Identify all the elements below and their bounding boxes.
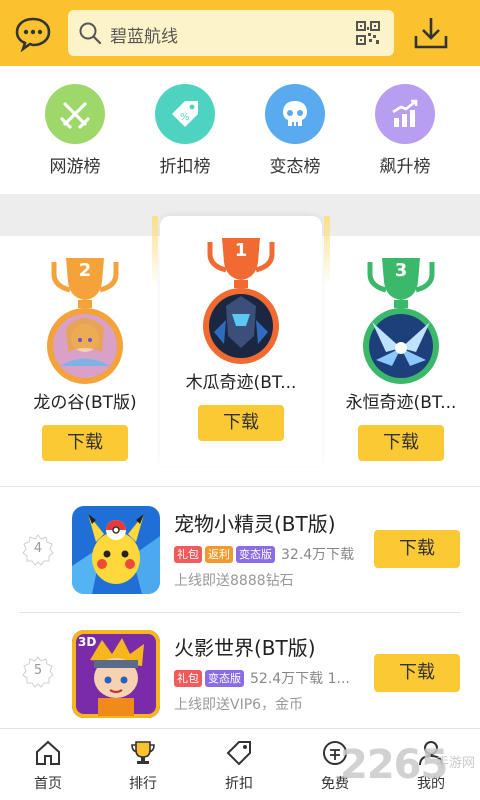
nav-label: 排行 (129, 776, 157, 792)
medal-rank-number: 3 (394, 260, 408, 281)
download-count: 52.4万下载 1... (250, 671, 350, 687)
category-label: 网游榜 (49, 157, 101, 177)
promo-text: 上线即送VIP6，金币 (174, 697, 304, 713)
tag-bt-version: 变态版 (236, 545, 275, 563)
search-icon (78, 21, 102, 49)
download-button[interactable]: 下载 (198, 405, 284, 441)
medal-1: 1 (196, 236, 286, 366)
game-name: 龙の谷(BT版) (33, 393, 137, 413)
podium-item-2[interactable]: 2 龙の谷(BT版) 下载 (20, 256, 150, 461)
home-icon (13, 737, 83, 769)
download-button[interactable]: 下载 (374, 530, 460, 568)
tag-gift: 礼包 (174, 545, 202, 563)
tag-rebate: 返利 (205, 545, 233, 563)
rank-number: 5 (33, 663, 43, 678)
site-watermark: 2265 手游网 (340, 742, 480, 800)
glow-line (324, 216, 330, 286)
download-button[interactable]: 下载 (374, 654, 460, 692)
game-title: 宠物小精灵(BT版) (174, 512, 336, 536)
podium-item-1[interactable]: 1 木瓜奇迹(BT... 下载 (176, 236, 306, 441)
download-button[interactable]: 下载 (358, 425, 444, 461)
category-bt[interactable]: 变态榜 (250, 84, 340, 177)
nav-discount[interactable]: 折扣 (204, 737, 274, 793)
watermark-number: 2265 (340, 742, 448, 788)
search-placeholder: 碧蓝航线 (110, 27, 178, 47)
nav-ranking[interactable]: 排行 (108, 737, 178, 793)
glow-line (152, 216, 158, 286)
download-button[interactable]: 下载 (42, 425, 128, 461)
category-rising[interactable]: 飙升榜 (360, 84, 450, 177)
chat-icon[interactable] (14, 14, 52, 53)
app-icon[interactable]: 3D (72, 630, 160, 718)
search-input[interactable]: 碧蓝航线 (68, 10, 394, 56)
top-three-podium: 2 龙の谷(BT版) 下载 1 木瓜奇迹(BT... 下载 3 永恒奇迹(BT.… (0, 216, 480, 486)
tag-row: 礼包 变态版 52.4万下载 1... (174, 668, 350, 688)
svg-text:3D: 3D (78, 635, 96, 649)
app-icon[interactable] (72, 506, 160, 594)
category-label: 飙升榜 (379, 157, 431, 177)
download-count: 32.4万下载 (281, 547, 355, 563)
tag-gift: 礼包 (174, 669, 202, 687)
rank-badge: 4 (22, 534, 54, 566)
category-discount[interactable]: % 折扣榜 (140, 84, 230, 177)
tag-bt-version: 变态版 (205, 669, 244, 687)
nav-label: 首页 (34, 776, 62, 792)
trophy-icon (108, 737, 178, 769)
medal-3: 3 (356, 256, 446, 386)
nav-label: 折扣 (225, 776, 253, 792)
game-name: 永恒奇迹(BT... (345, 393, 457, 413)
game-name: 木瓜奇迹(BT... (185, 373, 297, 393)
rising-chart-icon (375, 84, 435, 144)
watermark-text: 手游网 (436, 756, 476, 771)
medal-rank-number: 1 (234, 240, 248, 261)
promo-text: 上线即送8888钻石 (174, 573, 294, 589)
medal-rank-number: 2 (78, 260, 92, 281)
svg-text:%: % (180, 112, 190, 123)
medal-2: 2 (40, 256, 130, 386)
tag-row: 礼包 返利 变态版 32.4万下载 (174, 544, 354, 564)
list-item[interactable]: 4 宠物小精灵(BT版) 礼包 返利 变态版 32.4万下载 上线即送8888钻… (0, 490, 480, 610)
nav-home[interactable]: 首页 (13, 737, 83, 793)
rank-number: 4 (33, 541, 43, 556)
row-divider (20, 612, 460, 613)
category-row: 网游榜 % 折扣榜 变态榜 飙升榜 (0, 66, 480, 194)
discount-tag-icon: % (155, 84, 215, 144)
top-bar: 碧蓝航线 (0, 0, 480, 66)
skull-icon (265, 84, 325, 144)
list-item[interactable]: 5 3D 火影世界(BT版) 礼包 变态版 52.4万下载 1... 上线即送V… (0, 614, 480, 734)
game-title: 火影世界(BT版) (174, 636, 316, 660)
category-online-games[interactable]: 网游榜 (30, 84, 120, 177)
category-label: 变态榜 (269, 157, 321, 177)
category-label: 折扣榜 (159, 157, 211, 177)
qr-code-icon[interactable] (356, 21, 380, 49)
section-divider (0, 486, 480, 487)
swords-icon (45, 84, 105, 144)
tag-icon (204, 737, 274, 769)
rank-badge: 5 (22, 656, 54, 688)
download-icon[interactable] (412, 14, 450, 52)
podium-item-3[interactable]: 3 永恒奇迹(BT... 下载 (336, 256, 466, 461)
